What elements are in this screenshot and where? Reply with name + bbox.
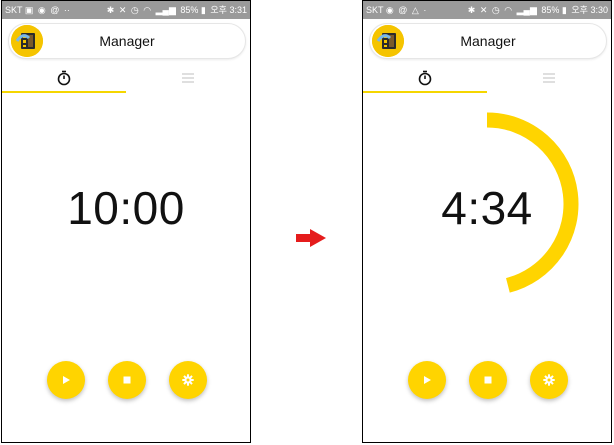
message-notification-icon: ◉ xyxy=(37,5,46,15)
settings-button[interactable] xyxy=(169,361,207,399)
timer-display: 4:34 xyxy=(441,182,533,234)
phone-screen-after: SKT ◉ @ △ · ✱ ✕ ◷ ◠ ▂▄▆ 85% ▮ 오후 3:30 Ma… xyxy=(362,0,612,443)
stop-icon xyxy=(484,376,492,384)
play-icon xyxy=(424,376,431,384)
more-notifications-icon: ·· xyxy=(63,5,70,15)
mute-icon: ✕ xyxy=(118,5,127,15)
stop-button[interactable] xyxy=(108,361,146,399)
battery-icon: ▮ xyxy=(200,5,206,15)
carrier-label: SKT xyxy=(5,5,23,15)
tab-indicator xyxy=(2,91,126,93)
battery-percent: 85% xyxy=(180,5,199,15)
stop-button[interactable] xyxy=(469,361,507,399)
timer-controls xyxy=(2,361,250,401)
right-arrow-icon xyxy=(296,229,326,247)
app-bar: Manager xyxy=(8,23,246,59)
wifi-icon: ◠ xyxy=(143,5,152,15)
list-icon xyxy=(182,73,194,83)
tab-bar xyxy=(2,63,250,95)
clock-time: 3:31 xyxy=(229,5,247,15)
play-button[interactable] xyxy=(47,361,85,399)
image-notification-icon: ▣ xyxy=(24,5,34,15)
timer-controls xyxy=(363,361,611,401)
ampm-label: 오후 xyxy=(210,5,227,15)
settings-icon xyxy=(182,374,194,386)
play-icon xyxy=(63,376,70,384)
bluetooth-icon: ✱ xyxy=(106,5,115,15)
tab-timer[interactable] xyxy=(2,63,126,93)
play-button[interactable] xyxy=(408,361,446,399)
app-title: Manager xyxy=(99,33,155,49)
status-bar: SKT ▣ ◉ @ ·· ✱ ✕ ◷ ◠ ▂▄▆ 85% ▮ 오후 3:31 xyxy=(2,1,250,19)
tab-list[interactable] xyxy=(126,63,250,93)
alarm-icon: ◷ xyxy=(130,5,139,15)
settings-icon xyxy=(543,374,555,386)
stop-icon xyxy=(123,376,131,384)
at-notification-icon: @ xyxy=(50,5,60,15)
settings-button[interactable] xyxy=(530,361,568,399)
timer-display: 10:00 xyxy=(67,182,185,234)
stopwatch-icon xyxy=(57,70,71,86)
phone-screen-before: SKT ▣ ◉ @ ·· ✱ ✕ ◷ ◠ ▂▄▆ 85% ▮ 오후 3:31 M… xyxy=(1,0,251,443)
signal-icon: ▂▄▆ xyxy=(155,5,176,15)
